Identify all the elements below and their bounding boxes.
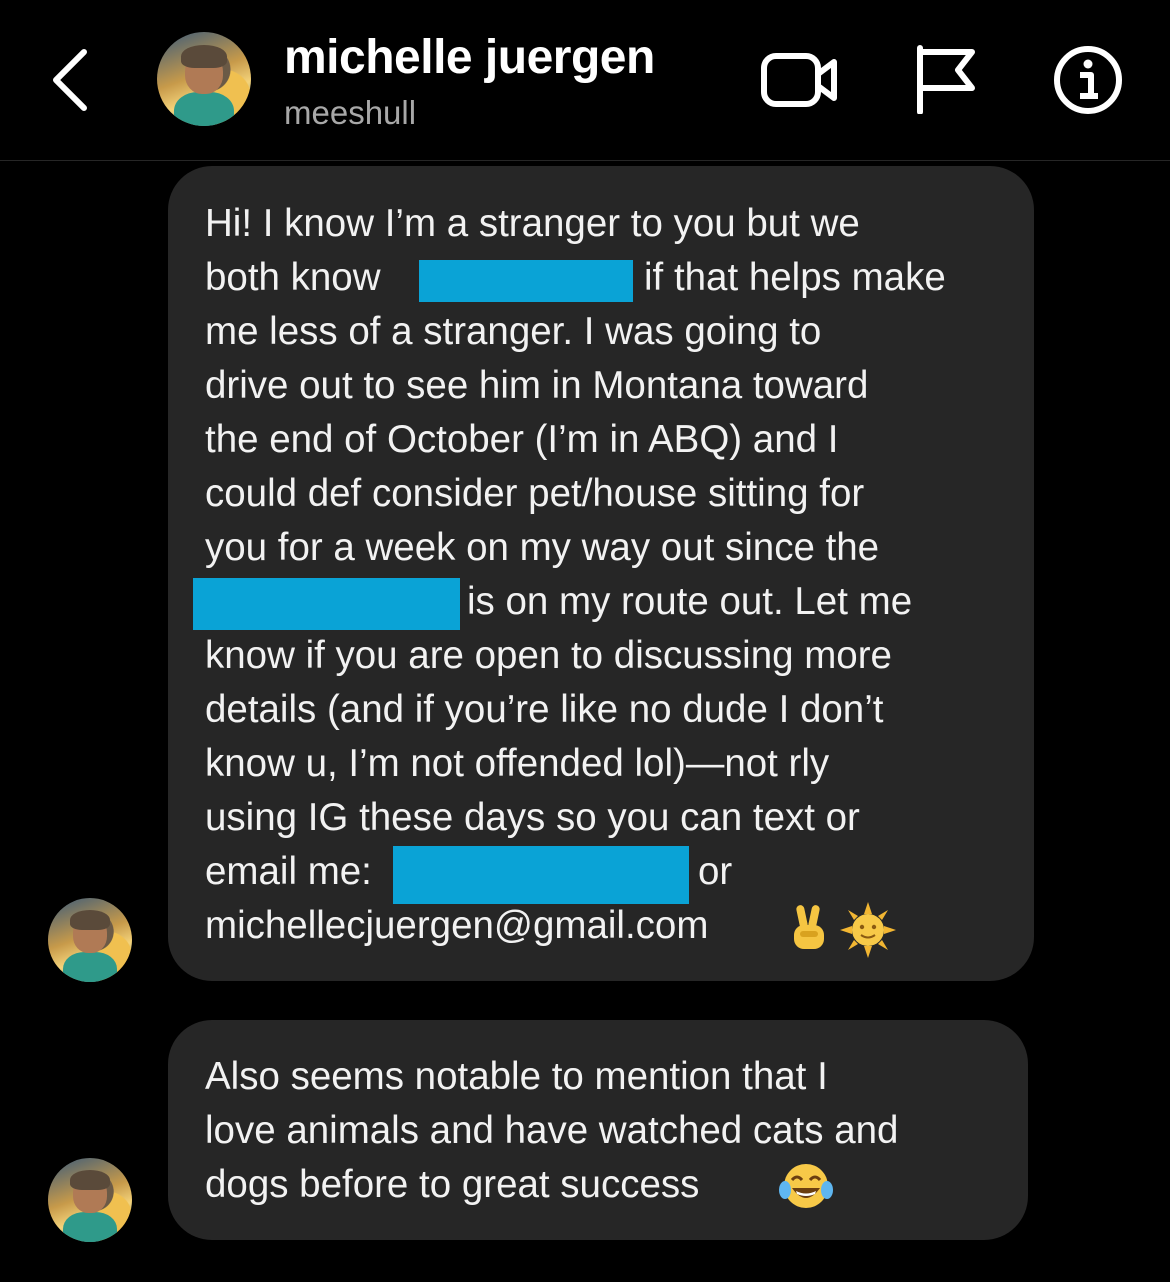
redaction-bar: [419, 260, 633, 302]
redaction-bar: [393, 846, 689, 904]
redaction-bar: [193, 578, 460, 630]
message-line: you for a week on my way out since the: [205, 526, 880, 569]
tears-of-joy-emoji: [779, 1164, 833, 1208]
message-bubble[interactable]: Hi! I know I’m a stranger to you but we …: [168, 166, 1034, 981]
message-line: dogs before to great success: [205, 1163, 700, 1206]
chat-header: michelle juergen meeshull: [0, 0, 1170, 161]
sender-avatar[interactable]: [48, 898, 132, 982]
avatar[interactable]: [157, 32, 251, 126]
message-line: or: [698, 850, 733, 893]
victory-hand-emoji: [794, 905, 824, 949]
message-line: love animals and have watched cats and: [205, 1109, 899, 1152]
message-line: Hi! I know I’m a stranger to you but we: [205, 202, 860, 245]
message-line: me less of a stranger. I was going to: [205, 310, 822, 353]
message-line: know u, I’m not offended lol)—not rly: [205, 742, 830, 785]
message-bubble[interactable]: Also seems notable to mention that I lov…: [168, 1020, 1028, 1240]
message-line: if that helps make: [644, 256, 946, 299]
sun-with-face-emoji: [840, 902, 896, 958]
message-line: the end of October (I’m in ABQ) and I: [205, 418, 839, 461]
message-line: details (and if you’re like no dude I do…: [205, 688, 884, 731]
video-call-icon[interactable]: [760, 48, 840, 112]
message-line: drive out to see him in Montana toward: [205, 364, 869, 407]
message-line: email me:: [205, 850, 372, 893]
message-line: could def consider pet/house sitting for: [205, 472, 865, 515]
sender-avatar[interactable]: [48, 1158, 132, 1242]
message-line: is on my route out. Let me: [467, 580, 913, 623]
flag-icon[interactable]: [912, 44, 978, 114]
info-icon[interactable]: [1052, 44, 1124, 116]
back-chevron-icon[interactable]: [40, 40, 110, 120]
contact-name[interactable]: michelle juergen: [284, 30, 655, 85]
message-line: using IG these days so you can text or: [205, 796, 860, 839]
message-line: michellecjuergen@gmail.com: [205, 904, 709, 947]
message-line: know if you are open to discussing more: [205, 634, 892, 677]
message-line: both know: [205, 256, 381, 299]
message-line: Also seems notable to mention that I: [205, 1055, 828, 1098]
contact-username[interactable]: meeshull: [284, 94, 416, 132]
